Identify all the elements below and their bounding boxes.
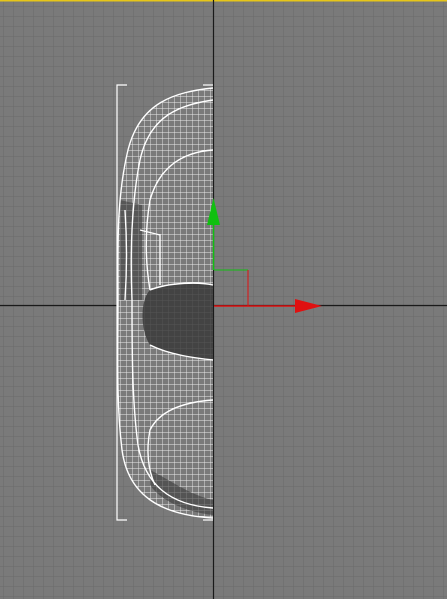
viewport-front[interactable] bbox=[0, 0, 447, 599]
viewport-canvas[interactable] bbox=[0, 0, 447, 599]
grid bbox=[0, 0, 447, 599]
